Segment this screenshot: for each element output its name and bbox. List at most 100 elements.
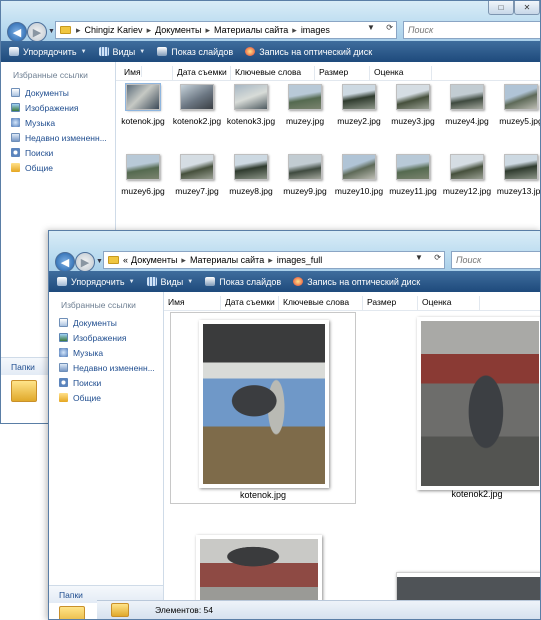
breadcrumb-separator[interactable]: ▸ [181, 255, 186, 266]
forward-button[interactable]: ▶ [27, 22, 47, 42]
recent-pages-dropdown[interactable]: ▼ [96, 258, 103, 265]
address-box[interactable]: ▸ Chingiz Kariev ▸ Документы ▸ Материалы… [55, 21, 397, 39]
breadcrumb-item[interactable]: images [301, 25, 330, 35]
file-item[interactable]: kotenok2.jpg [409, 312, 540, 502]
sidebar-item-music[interactable]: Музыка [49, 345, 163, 360]
pictures-icon [59, 333, 68, 342]
breadcrumb-overflow[interactable]: « [123, 255, 128, 265]
sidebar-item-recent[interactable]: Недавно измененн... [1, 130, 115, 145]
file-name: muzey12.jpg [442, 186, 492, 196]
address-dropdown-icon[interactable]: ▼ [367, 23, 375, 32]
sidebar-item-documents[interactable]: Документы [1, 85, 115, 100]
image-thumbnail [234, 84, 268, 110]
organize-icon [9, 47, 19, 56]
file-item[interactable]: muzey10.jpg [332, 154, 386, 196]
sidebar-item-documents[interactable]: Документы [49, 315, 163, 330]
folder-icon [108, 256, 119, 264]
recent-pages-dropdown[interactable]: ▼ [48, 28, 55, 35]
image-thumbnail [396, 84, 430, 110]
breadcrumb-separator[interactable]: ▸ [206, 25, 211, 36]
close-button[interactable]: ✕ [514, 1, 540, 15]
column-tags[interactable]: Ключевые слова [279, 296, 363, 310]
slideshow-button[interactable]: Показ слайдов [205, 277, 281, 287]
breadcrumb-item[interactable]: Документы [155, 25, 201, 35]
image-thumbnail [180, 154, 214, 180]
sidebar-item-pictures[interactable]: Изображения [49, 330, 163, 345]
file-name: muzey3.jpg [391, 116, 435, 126]
search-input[interactable] [403, 21, 540, 39]
slideshow-button[interactable]: Показ слайдов [157, 47, 233, 57]
file-item[interactable]: kotenok.jpg [116, 83, 170, 126]
organize-button[interactable]: Упорядочить ▼ [57, 277, 135, 287]
column-name[interactable]: Имя [116, 66, 173, 80]
sidebar-item-public[interactable]: Общие [1, 160, 115, 175]
breadcrumb-separator[interactable]: ▸ [268, 255, 273, 266]
command-bar: Упорядочить ▼ Виды ▼ Показ слайдов Запис… [49, 271, 540, 292]
chevron-down-icon: ▼ [80, 48, 87, 55]
file-item[interactable]: muzey6.jpg [116, 154, 170, 196]
image-thumbnail [125, 83, 161, 111]
column-rating[interactable]: Оценка [418, 296, 480, 310]
sidebar-item-pictures[interactable]: Изображения [1, 100, 115, 115]
burn-disc-button[interactable]: Запись на оптический диск [293, 277, 420, 287]
maximize-button[interactable]: □ [488, 1, 514, 15]
file-item[interactable]: muzey7.jpg [170, 154, 224, 196]
sidebar-item-searches[interactable]: Поиски [49, 375, 163, 390]
breadcrumb-item[interactable]: Chingiz Kariev [85, 25, 143, 35]
file-item[interactable]: muzey4.jpg [440, 84, 494, 126]
organize-button[interactable]: Упорядочить ▼ [9, 47, 87, 57]
back-button[interactable]: ◀ [55, 252, 75, 272]
file-item[interactable]: muzey13.jpg [494, 154, 540, 196]
refresh-icon[interactable]: ⟳ [434, 253, 441, 262]
file-item[interactable]: kotenok2.jpg [170, 84, 224, 126]
column-rating[interactable]: Оценка [370, 66, 432, 80]
file-item[interactable]: kotenok3.jpg [224, 84, 278, 126]
file-item[interactable]: kotenok.jpg [170, 312, 356, 504]
back-button[interactable]: ◀ [7, 22, 27, 42]
sidebar-item-public[interactable]: Общие [49, 390, 163, 405]
file-name: muzey8.jpg [229, 186, 273, 196]
folder-icon [59, 606, 85, 619]
folder-icon [59, 393, 68, 402]
breadcrumb-separator[interactable]: ▸ [292, 25, 297, 36]
file-item[interactable]: muzey2.jpg [332, 84, 386, 126]
file-item[interactable]: muzey11.jpg [386, 154, 440, 196]
column-date-taken[interactable]: Дата съемки [221, 296, 279, 310]
address-box[interactable]: « Документы ▸ Материалы сайта ▸ images_f… [103, 251, 445, 269]
breadcrumb-item[interactable]: Материалы сайта [214, 25, 288, 35]
breadcrumb-item[interactable]: images_full [277, 255, 323, 265]
breadcrumb-item[interactable]: Материалы сайта [190, 255, 264, 265]
search-input[interactable] [451, 251, 540, 269]
refresh-icon[interactable]: ⟳ [386, 23, 393, 32]
image-thumbnail [396, 154, 430, 180]
address-dropdown-icon[interactable]: ▼ [415, 253, 423, 262]
burn-disc-button[interactable]: Запись на оптический диск [245, 47, 372, 57]
favorite-links-title: Избранные ссылки [13, 70, 88, 80]
sidebar-item-recent[interactable]: Недавно измененн... [49, 360, 163, 375]
breadcrumb-item[interactable]: Документы [131, 255, 177, 265]
forward-button[interactable]: ▶ [75, 252, 95, 272]
item-count: Элементов: 54 [155, 605, 213, 615]
folder-icon [111, 603, 129, 617]
file-item[interactable]: muzey3.jpg [386, 84, 440, 126]
sidebar-item-searches[interactable]: Поиски [1, 145, 115, 160]
column-date-taken[interactable]: Дата съемки [173, 66, 231, 80]
image-thumbnail [288, 84, 322, 110]
file-item[interactable]: muzey9.jpg [278, 154, 332, 196]
views-button[interactable]: Виды ▼ [98, 47, 145, 57]
breadcrumb-separator[interactable]: ▸ [147, 25, 152, 36]
column-name[interactable]: Имя [164, 296, 221, 310]
views-button[interactable]: Виды ▼ [146, 277, 193, 287]
file-name: kotenok.jpg [121, 116, 165, 126]
forward-arrow-icon: ▶ [80, 256, 90, 269]
file-item[interactable]: muzey.jpg [278, 84, 332, 126]
breadcrumb-separator[interactable]: ▸ [76, 25, 81, 36]
file-item[interactable]: muzey8.jpg [224, 154, 278, 196]
file-item[interactable]: muzey5.jpg [494, 84, 540, 126]
file-list: Имя Дата съемки Ключевые слова Размер Оц… [97, 292, 540, 619]
sidebar-item-music[interactable]: Музыка [1, 115, 115, 130]
file-item[interactable]: muzey12.jpg [440, 154, 494, 196]
column-tags[interactable]: Ключевые слова [231, 66, 315, 80]
column-size[interactable]: Размер [363, 296, 418, 310]
column-size[interactable]: Размер [315, 66, 370, 80]
